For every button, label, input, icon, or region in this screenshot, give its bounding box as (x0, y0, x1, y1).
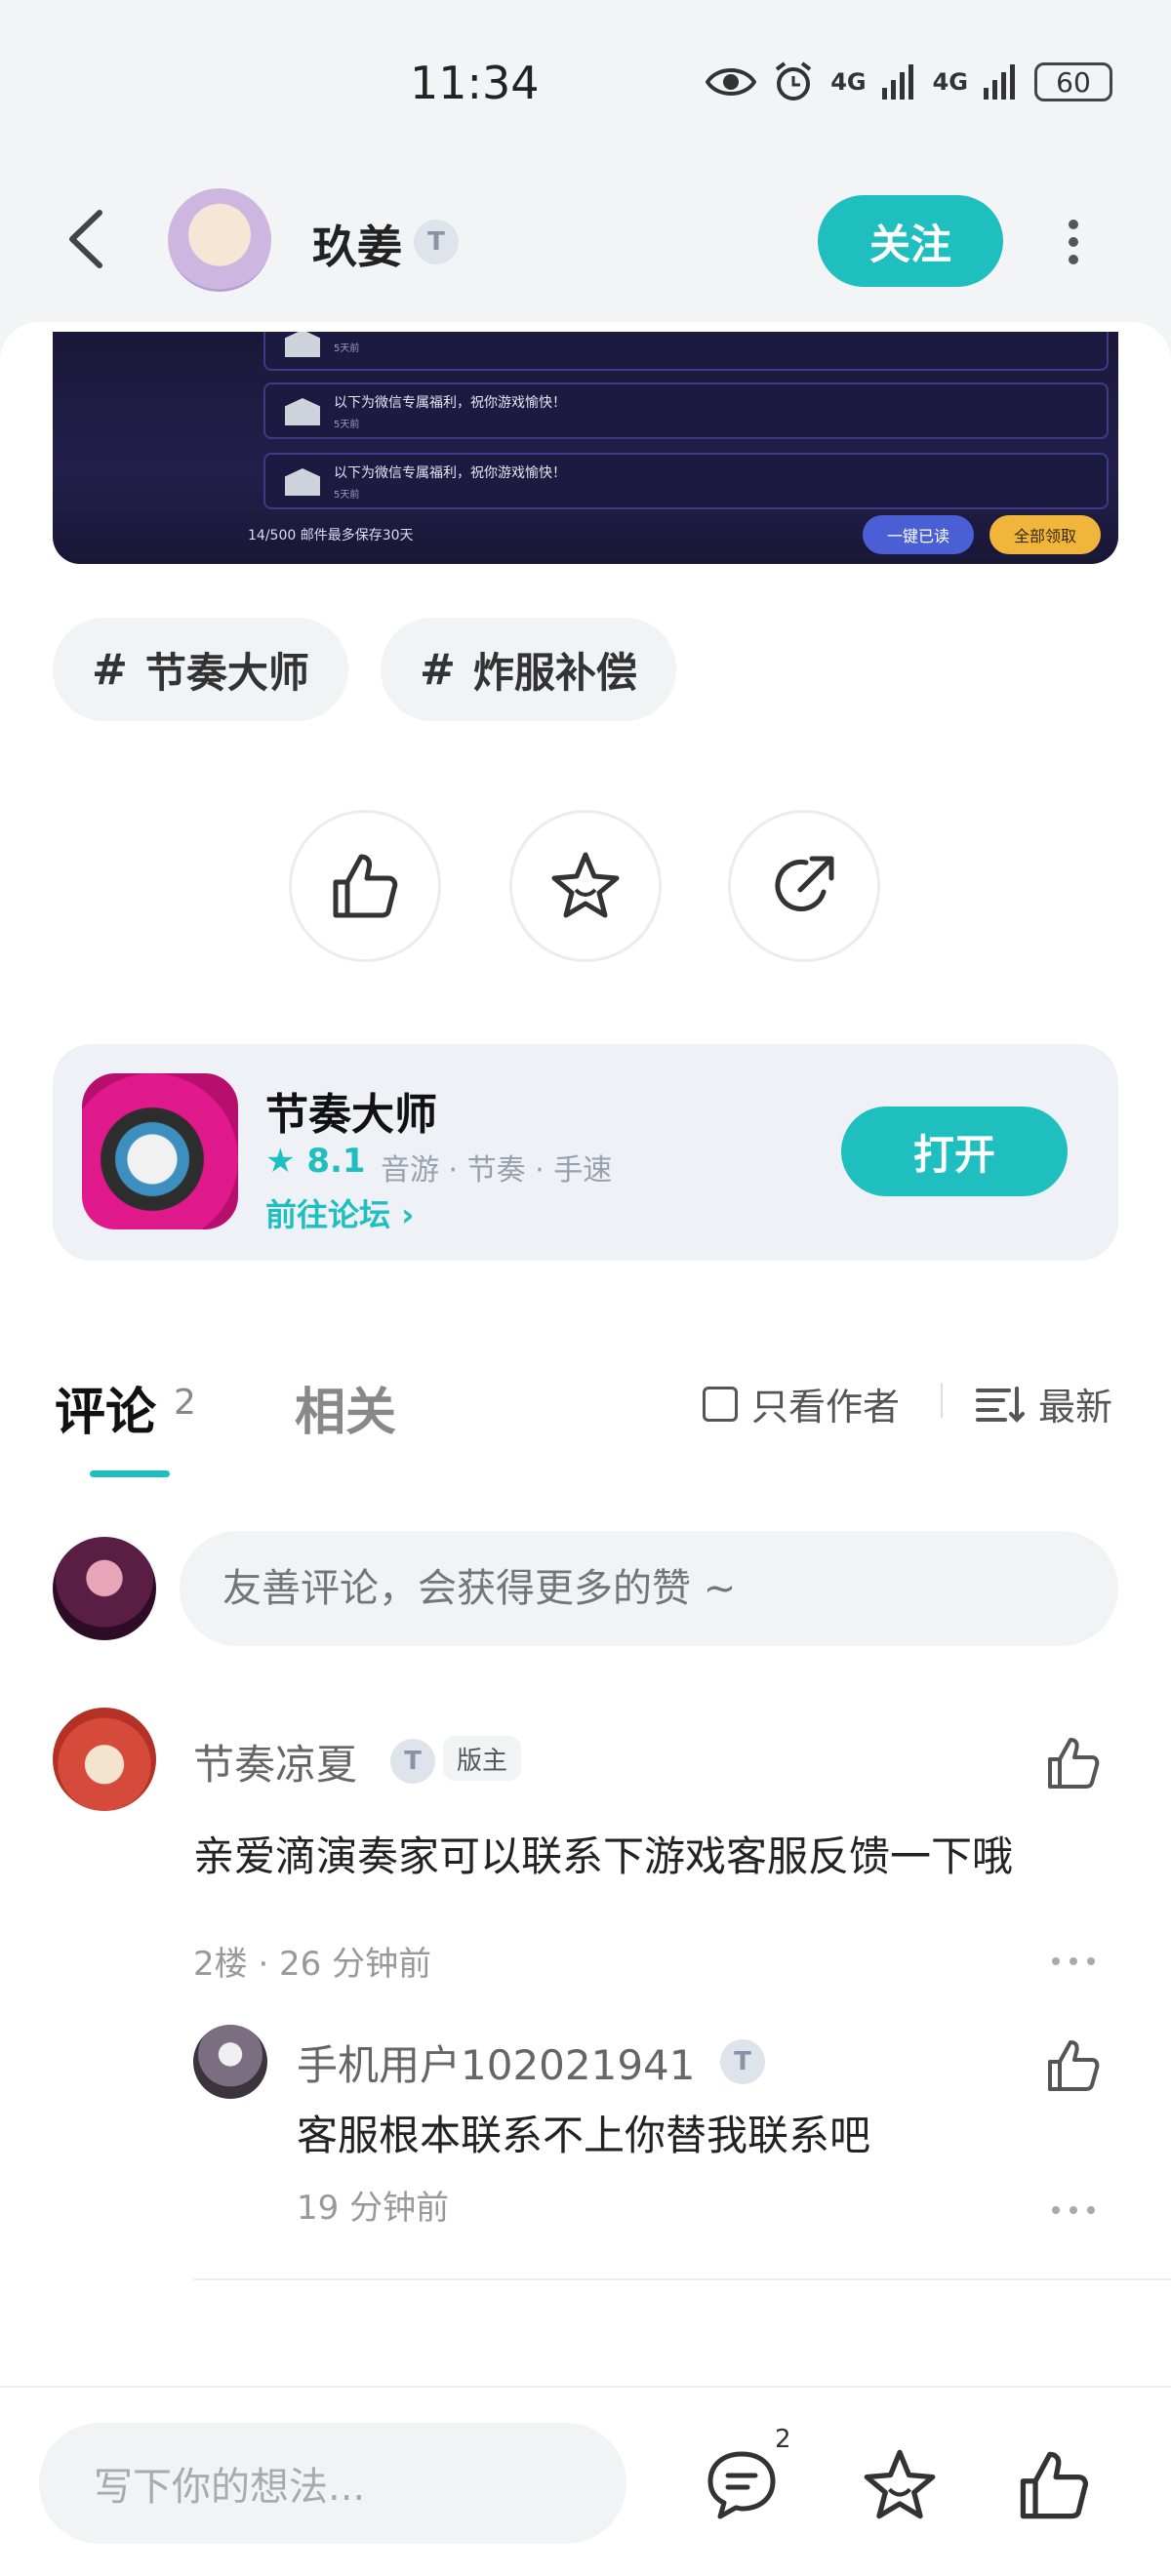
open-game-button[interactable]: 打开 (841, 1107, 1068, 1196)
back-arrow-icon[interactable] (59, 205, 117, 273)
comment-count: 2 (174, 1383, 196, 1423)
author-only-toggle[interactable]: 只看作者 (703, 1377, 900, 1430)
tag-chip[interactable]: # 节奏大师 (53, 618, 348, 721)
comment-input[interactable] (180, 1531, 1118, 1646)
comment-meta: 2楼 · 26 分钟前 (193, 1945, 432, 1984)
reply-separator (193, 2278, 1171, 2280)
sort-toggle[interactable]: 最新 (976, 1377, 1112, 1430)
sort-icon (976, 1386, 1025, 1423)
share-icon (775, 856, 834, 911)
mail-row-title: 以下为微信专属福利，祝你游戏愉快！ (334, 465, 566, 481)
comment-text: 亲爱滴演奏家可以联系下游戏客服反馈一下哦 (193, 1832, 1014, 1880)
mail-row-title: 以下为微信专属福利，祝你游戏愉快！ (334, 395, 566, 411)
mail-row: 5天前 (263, 332, 1109, 371)
eye-icon (706, 68, 757, 96)
moderator-badge: 版主 (443, 1736, 522, 1781)
game-card[interactable]: 节奏大师 ★ 8.1 音游 · 节奏 · 手速 前往论坛 › 打开 (53, 1044, 1118, 1261)
favorite-post-button[interactable] (509, 810, 662, 962)
more-options-icon[interactable] (1054, 213, 1093, 271)
game-app-icon[interactable] (82, 1073, 238, 1229)
tab-related[interactable]: 相关 (295, 1371, 396, 1444)
write-comment-input[interactable]: 写下你的想法... (39, 2423, 626, 2544)
signal-bars-icon (881, 64, 913, 100)
author-only-label: 只看作者 (751, 1386, 901, 1429)
tag-label: 节奏大师 (144, 648, 309, 697)
reply-level-badge: T (720, 2039, 765, 2084)
forum-link-label: 前往论坛 (265, 1196, 391, 1233)
battery-icon: 60 (1034, 62, 1112, 101)
follow-button[interactable]: 关注 (818, 195, 1003, 287)
author-only-checkbox[interactable] (703, 1386, 738, 1422)
commenter-level-badge: T (390, 1739, 435, 1784)
reply-avatar[interactable] (193, 2025, 267, 2099)
signal-bars-2-icon (984, 64, 1015, 100)
comments-icon[interactable] (703, 2446, 781, 2524)
hash-icon: # (420, 644, 456, 695)
status-icons: 4G 4G 60 (706, 60, 1112, 103)
status-bar: 11:34 4G 4G 60 (0, 0, 1171, 166)
game-rating: ★ 8.1 (265, 1142, 366, 1181)
post-content: 5天前 以下为微信专属福利，祝你游戏愉快！ 5天前 以下为微信专属福利，祝你游戏… (0, 322, 1171, 1322)
signal-1-label: 4G (830, 68, 867, 96)
status-time: 11:34 (410, 57, 540, 109)
mail-row: 以下为微信专属福利，祝你游戏愉快！ 5天前 (263, 453, 1109, 509)
envelope-icon (285, 398, 320, 425)
favorite-icon[interactable] (861, 2446, 939, 2524)
rating-star-icon: ★ (265, 1142, 307, 1181)
author-avatar[interactable] (168, 188, 271, 292)
comment-more-icon[interactable] (1049, 1952, 1098, 1971)
commenter-name[interactable]: 节奏凉夏 (193, 1732, 357, 1791)
reply-name[interactable]: 手机用户102021941 (297, 2033, 696, 2092)
envelope-icon (285, 332, 320, 357)
game-rating-value: 8.1 (306, 1142, 366, 1181)
share-post-button[interactable] (728, 810, 880, 962)
reply-like-icon[interactable] (1044, 2036, 1103, 2095)
sort-label: 最新 (1038, 1386, 1113, 1429)
tag-chip[interactable]: # 炸服补偿 (381, 618, 676, 721)
like-icon[interactable] (1015, 2446, 1093, 2524)
bottom-comment-count: 2 (775, 2425, 791, 2454)
post-header: 玖姜 T 关注 (0, 166, 1171, 322)
bottom-bar: 写下你的想法... 2 (0, 2386, 1171, 2576)
thumbs-up-icon (333, 854, 398, 918)
comment-like-icon[interactable] (1044, 1734, 1103, 1792)
claim-all-button: 全部领取 (989, 515, 1101, 554)
my-avatar (53, 1537, 156, 1640)
star-icon (551, 852, 620, 918)
game-tags: 音游 · 节奏 · 手速 (381, 1153, 613, 1187)
author-level-badge: T (414, 220, 459, 264)
post-image[interactable]: 5天前 以下为微信专属福利，祝你游戏愉快！ 5天前 以下为微信专属福利，祝你游戏… (53, 332, 1118, 564)
tag-label: 炸服补偿 (472, 648, 637, 697)
mail-row-time: 5天前 (334, 420, 360, 430)
active-tab-indicator (90, 1470, 170, 1477)
reply-more-icon[interactable] (1049, 2200, 1098, 2220)
mail-row: 以下为微信专属福利，祝你游戏愉快！ 5天前 (263, 382, 1109, 439)
commenter-avatar[interactable] (53, 1708, 156, 1811)
reply-text: 客服根本联系不上你替我联系吧 (297, 2112, 871, 2159)
reply-meta: 19 分钟前 (297, 2189, 450, 2228)
like-post-button[interactable] (289, 810, 441, 962)
signal-2-label: 4G (932, 68, 968, 96)
forum-link[interactable]: 前往论坛 › (265, 1190, 414, 1235)
divider (941, 1383, 943, 1418)
comments-section: 评论 2 相关 只看作者 最新 节奏凉夏 T 版主 亲爱滴演奏家可以联系下游戏客… (0, 1322, 1171, 2386)
game-title: 节奏大师 (265, 1090, 437, 1140)
mail-row-time: 5天前 (334, 343, 360, 354)
mail-row-time: 5天前 (334, 490, 360, 501)
tab-comments[interactable]: 评论 (55, 1371, 156, 1444)
author-name[interactable]: 玖姜 (312, 212, 402, 276)
mail-footer-text: 14/500 邮件最多保存30天 (248, 528, 414, 543)
chevron-right-icon: › (401, 1196, 415, 1233)
mark-all-read-button: 一键已读 (863, 515, 974, 554)
envelope-icon (285, 468, 320, 496)
hash-icon: # (92, 644, 128, 695)
alarm-icon (775, 61, 812, 101)
